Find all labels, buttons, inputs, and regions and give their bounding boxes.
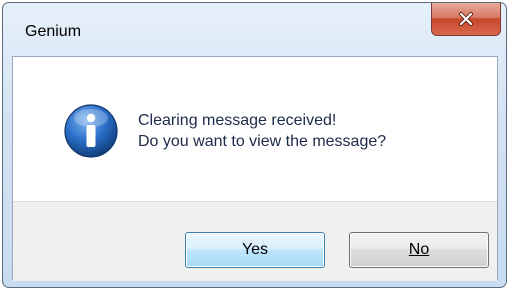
close-button[interactable] <box>431 3 501 36</box>
yes-button[interactable]: Yes <box>185 232 325 268</box>
no-button-label: No <box>408 241 430 258</box>
dialog-window: Genium Clearing message received! Do you… <box>2 2 507 288</box>
yes-button-label: Yes <box>241 241 269 258</box>
window-title: Genium <box>25 23 82 40</box>
close-icon <box>459 12 473 26</box>
button-bar: Yes No <box>13 201 497 281</box>
message-text: Clearing message received! Do you want t… <box>138 110 386 152</box>
title-bar[interactable]: Genium <box>3 3 506 57</box>
information-icon <box>64 104 118 158</box>
message-line-2: Do you want to view the message? <box>138 133 387 150</box>
message-line-1: Clearing message received! <box>138 112 337 129</box>
message-area: Clearing message received! Do you want t… <box>13 57 497 201</box>
no-button[interactable]: No <box>349 232 489 268</box>
dialog-body: Clearing message received! Do you want t… <box>12 56 498 281</box>
